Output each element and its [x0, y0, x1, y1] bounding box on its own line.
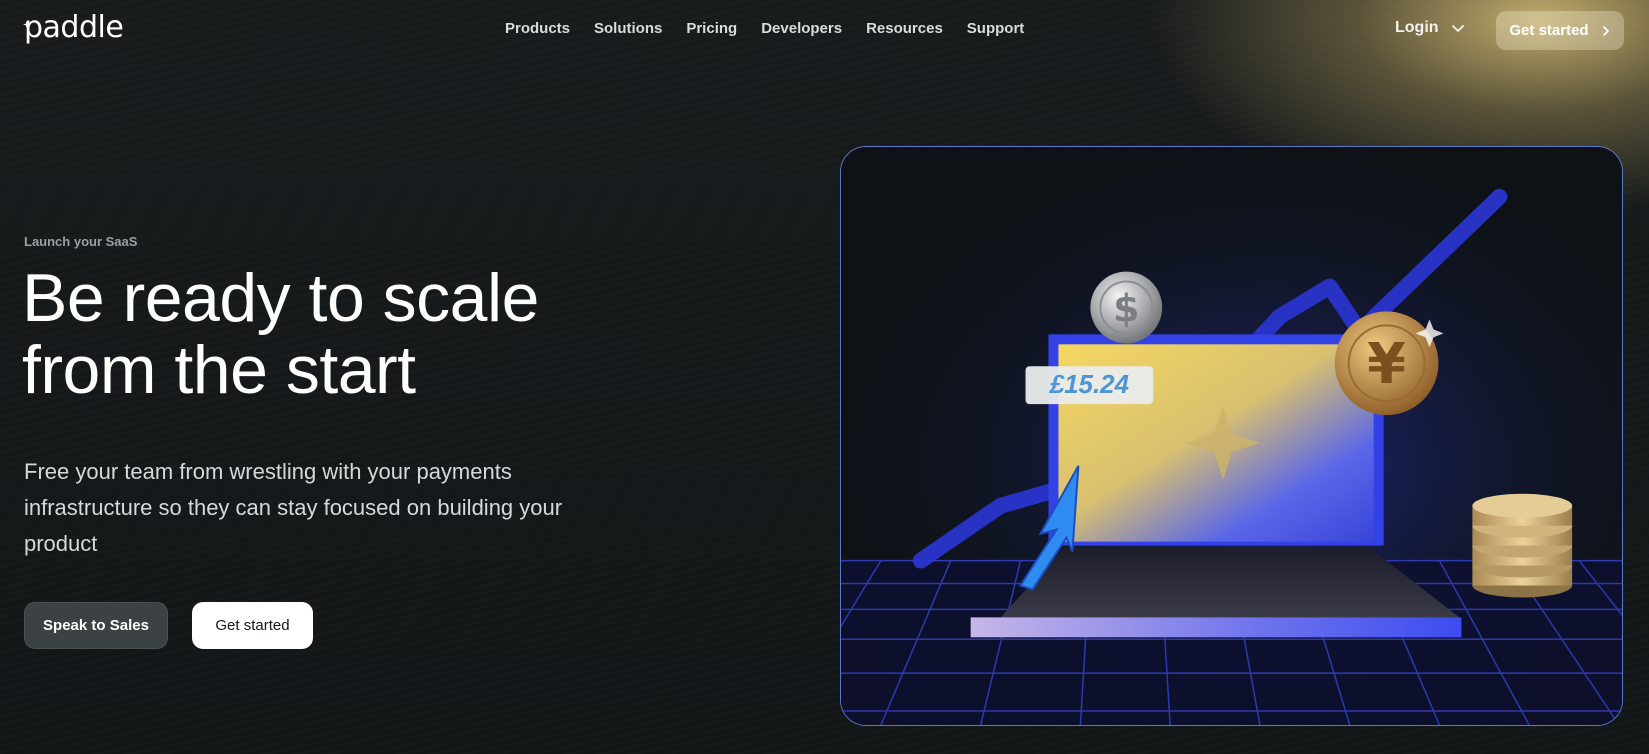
nav-link-resources[interactable]: Resources: [866, 20, 943, 37]
headline-line-1: Be ready to scale: [22, 260, 539, 336]
hero-illustration: £15.24 $ ¥: [840, 146, 1623, 726]
nav-get-started-label: Get started: [1509, 22, 1589, 39]
yen-symbol: ¥: [1367, 332, 1406, 397]
paddle-logo[interactable]: paddle: [24, 10, 124, 45]
nav-get-started-button[interactable]: Get started: [1496, 11, 1624, 50]
nav-link-support[interactable]: Support: [967, 20, 1025, 37]
nav-link-products[interactable]: Products: [505, 20, 570, 37]
coin-stack: [1472, 493, 1573, 598]
chevron-down-icon: [1451, 25, 1464, 32]
login-dropdown[interactable]: Login: [1395, 19, 1465, 37]
price-tag-text: £15.24: [1049, 371, 1129, 399]
nav-link-solutions[interactable]: Solutions: [594, 20, 662, 37]
chevron-right-icon: [1602, 25, 1609, 36]
hero-get-started-button[interactable]: Get started: [192, 602, 313, 649]
hero-headline: Be ready to scale from the start: [22, 262, 722, 406]
login-label: Login: [1395, 19, 1439, 36]
top-navigation: paddle Products Solutions Pricing Develo…: [0, 0, 1649, 60]
laptop-base-edge: [970, 617, 1462, 638]
logo-sparkle-icon: [23, 21, 30, 28]
payments-illustration: £15.24 $ ¥: [841, 147, 1622, 725]
dollar-symbol: $: [1113, 286, 1139, 330]
speak-to-sales-button[interactable]: Speak to Sales: [24, 602, 168, 649]
nav-link-developers[interactable]: Developers: [761, 20, 842, 37]
headline-line-2: from the start: [22, 332, 416, 408]
hero-subhead: Free your team from wrestling with your …: [24, 459, 563, 556]
hero-eyebrow: Launch your SaaS: [24, 234, 138, 249]
main-nav-links: Products Solutions Pricing Developers Re…: [505, 20, 1048, 37]
nav-link-pricing[interactable]: Pricing: [686, 20, 737, 37]
